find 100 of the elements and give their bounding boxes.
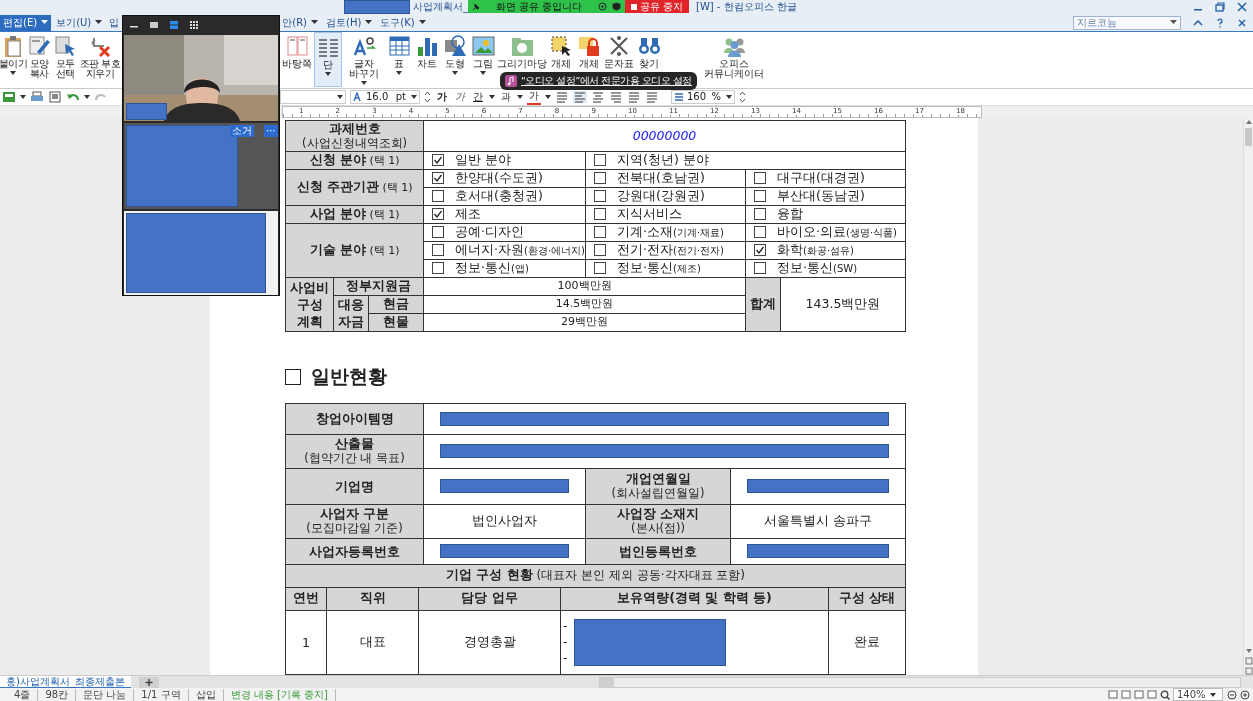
caret-icon	[41, 20, 49, 26]
ribbon-button[interactable]: 오피스 커뮤니케이터	[704, 31, 764, 87]
menu-item[interactable]: 검토(H)	[323, 14, 376, 31]
ribbon-button[interactable]: 차트	[414, 31, 440, 87]
zoom-out-icon[interactable]	[1227, 689, 1237, 700]
audio-settings-link[interactable]: “오디오 설정”에서 전문가용 오디오 설정	[521, 74, 692, 88]
view-web-icon[interactable]	[1134, 690, 1144, 699]
table-cell: 대표	[326, 610, 419, 675]
option-label: 화학(화공·섬유)	[777, 242, 854, 259]
align-center-icon[interactable]	[591, 90, 605, 103]
menu-item[interactable]: 안(R)	[279, 14, 321, 31]
checkbox[interactable]	[754, 208, 766, 221]
checked-checkbox[interactable]	[754, 244, 766, 257]
format-button[interactable]: 간	[471, 89, 485, 104]
spinner-icon[interactable]	[739, 90, 746, 103]
format-button[interactable]: 가	[435, 89, 449, 104]
table-cell: 00000000	[423, 120, 906, 152]
ribbon-button[interactable]: 단	[314, 31, 342, 87]
vertical-scrollbar[interactable]	[1243, 117, 1253, 675]
help-search-field[interactable]: 지르코늄	[1073, 15, 1181, 30]
distribute-icon[interactable]	[627, 90, 641, 103]
checkbox[interactable]	[432, 190, 444, 203]
option-label: 부산대(동남권)	[777, 188, 865, 205]
zoom-icon[interactable]	[1160, 689, 1170, 700]
ribbon-button[interactable]: 그림	[470, 31, 496, 87]
line-spacing-field[interactable]: 160 %	[671, 89, 735, 104]
grid-view-icon[interactable]	[188, 19, 200, 30]
format-button[interactable]: 가	[453, 89, 467, 104]
caret-icon	[396, 70, 402, 75]
scroll-down-icon[interactable]	[1244, 647, 1253, 655]
pin-icon	[472, 2, 480, 11]
close-icon[interactable]	[1236, 1, 1248, 14]
checkbox[interactable]	[594, 244, 606, 257]
font-size-field[interactable]: 16.0 pt	[350, 89, 420, 104]
checkbox[interactable]	[432, 244, 444, 257]
style-icon[interactable]	[2, 90, 16, 103]
font-field[interactable]	[280, 89, 346, 104]
menu-item[interactable]: 입	[107, 14, 122, 31]
menu-item[interactable]: 도구(K)	[377, 14, 429, 31]
checkbox[interactable]	[432, 262, 444, 275]
more-button[interactable]: ···	[264, 125, 278, 137]
table-header-cell: 사업장 소재지 (본사(점))	[585, 504, 731, 539]
zoom-in-icon[interactable]	[1240, 689, 1250, 700]
caret-icon[interactable]	[20, 94, 26, 99]
ribbon-button[interactable]: 도형	[442, 31, 468, 87]
scroll-thumb[interactable]	[599, 677, 614, 687]
checkbox[interactable]	[754, 172, 766, 185]
preview-icon[interactable]	[48, 90, 62, 103]
checkbox[interactable]	[594, 190, 606, 203]
menu-item[interactable]: 보기(U)	[53, 14, 106, 31]
checkbox[interactable]	[594, 226, 606, 239]
table-header-cell: 신청 주관기관 (택 1)	[285, 169, 424, 206]
format-button[interactable]: 과	[499, 89, 513, 104]
table-cell: 143.5백만원	[780, 277, 906, 332]
table-header-cell: 산출물 (협약기간 내 목표)	[285, 434, 424, 469]
caret-icon[interactable]	[517, 94, 523, 99]
checkbox[interactable]	[432, 226, 444, 239]
checkbox[interactable]	[754, 226, 766, 239]
checkbox[interactable]	[754, 262, 766, 275]
caret-icon	[325, 71, 331, 76]
caret-icon	[365, 20, 373, 26]
align-right-icon[interactable]	[609, 90, 623, 103]
checked-checkbox[interactable]	[432, 154, 444, 167]
add-tab-icon[interactable]	[138, 676, 159, 688]
ribbon-button[interactable]: 모두 선택	[52, 31, 78, 87]
window-title: 사업계획서_	[412, 0, 468, 15]
align-left-icon[interactable]	[573, 90, 587, 103]
ribbon-button[interactable]: 모양 복사	[26, 31, 52, 87]
ribbon-button[interactable]: 글자 바꾸기	[344, 31, 384, 87]
status-item: 4줄	[0, 688, 39, 701]
option-label: 기계·소재(기계·재료)	[617, 224, 724, 241]
scroll-thumb[interactable]	[1245, 127, 1252, 146]
spinner-icon[interactable]	[424, 90, 431, 103]
checkbox[interactable]	[594, 262, 606, 275]
restore-icon[interactable]	[1214, 1, 1226, 14]
checkbox[interactable]	[594, 208, 606, 221]
caret-icon[interactable]	[545, 94, 551, 99]
horizontal-scrollbar[interactable]	[598, 676, 1241, 688]
checked-checkbox[interactable]	[432, 172, 444, 185]
list-bullet: -	[563, 634, 568, 651]
view-page-icon[interactable]	[1121, 690, 1131, 699]
ribbon-button[interactable]: 조판 부호 지우기	[78, 31, 122, 87]
speaker-view-icon[interactable]	[168, 19, 180, 30]
checkbox[interactable]	[594, 154, 606, 167]
zoom-dropdown[interactable]: 140%	[1173, 688, 1223, 701]
ribbon-button[interactable]: 바탕쪽	[282, 31, 312, 87]
split-icon[interactable]	[645, 90, 659, 103]
ribbon-button[interactable]: 표	[386, 31, 412, 87]
checked-checkbox[interactable]	[432, 208, 444, 221]
square-icon[interactable]	[148, 19, 160, 30]
checkbox[interactable]	[594, 172, 606, 185]
caret-icon[interactable]	[489, 94, 495, 99]
caret-icon[interactable]	[84, 94, 90, 99]
stop-share-button[interactable]: 공유 중지	[625, 0, 690, 13]
checkbox[interactable]	[754, 190, 766, 203]
table-header-cell: 개업연월일 (회사설립연월일)	[585, 468, 731, 505]
caret-icon	[10, 70, 16, 75]
view-normal-icon[interactable]	[1108, 690, 1118, 699]
ribbon-button[interactable]: 붙이기	[0, 31, 26, 87]
document-tab[interactable]: 홍)사업계획서_최종제출본	[0, 676, 131, 688]
